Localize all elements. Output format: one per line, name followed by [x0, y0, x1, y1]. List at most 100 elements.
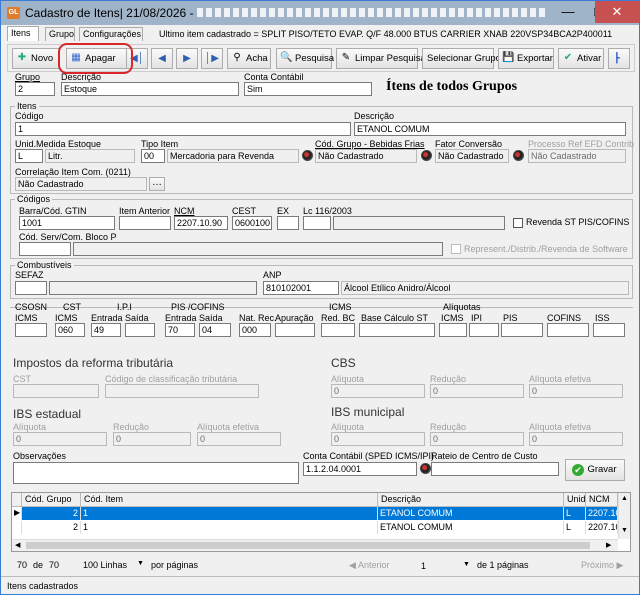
- pis-saida-field[interactable]: 04: [199, 323, 231, 337]
- scroll-up-icon[interactable]: ▲: [621, 495, 628, 502]
- acha-button[interactable]: ⚲ Acha: [227, 48, 271, 69]
- cell-cod-item[interactable]: 1: [81, 521, 378, 534]
- red-bc-field[interactable]: [321, 323, 355, 337]
- pesquisa-button[interactable]: 🔍 Pesquisa: [276, 48, 334, 69]
- grid-header-ncm[interactable]: NCM: [586, 493, 618, 507]
- linhas-dropdown-icon[interactable]: ▼: [137, 560, 144, 567]
- grid-header-descricao[interactable]: Descrição: [378, 493, 564, 507]
- nat-rec-field[interactable]: 000: [239, 323, 271, 337]
- observacoes-field[interactable]: [13, 462, 299, 484]
- tab-itens[interactable]: Itens: [7, 26, 39, 41]
- cell-cod-grupo[interactable]: 2: [22, 507, 81, 520]
- al-iss-field[interactable]: [593, 323, 625, 337]
- tipo-field[interactable]: 00: [141, 149, 165, 163]
- ipi-saida-field[interactable]: [125, 323, 155, 337]
- servico-label: Cód. Serv/Com. Bloco P: [19, 232, 117, 242]
- correlacao-browse-button[interactable]: …: [149, 177, 165, 191]
- scroll-left-icon[interactable]: ◀: [15, 541, 20, 549]
- apuracao-label: Apuração: [275, 313, 314, 323]
- next-record-button[interactable]: ▶: [176, 48, 198, 69]
- scroll-down-icon[interactable]: ▼: [621, 527, 628, 534]
- al-icms-field[interactable]: [439, 323, 467, 337]
- ibs-mun-aliquota-field: 0: [331, 432, 425, 446]
- selecionar-grupo-button[interactable]: Selecionar Grupo: [422, 48, 501, 69]
- cell-cod-grupo[interactable]: 2: [22, 521, 81, 534]
- unid-field[interactable]: L: [15, 149, 43, 163]
- gtin-field[interactable]: 1001: [19, 216, 115, 230]
- grupo-field[interactable]: 2: [15, 82, 55, 96]
- close-icon[interactable]: ✕: [595, 1, 639, 23]
- lc-desc-field: [333, 216, 505, 230]
- page-dropdown-icon[interactable]: ▼: [463, 561, 470, 568]
- itens-group-title: Itens: [15, 101, 39, 111]
- grupo-descricao-field[interactable]: Estoque: [61, 82, 239, 96]
- cell-ncm[interactable]: 2207.10.9: [586, 507, 618, 520]
- proximo-button[interactable]: Próximo ▶: [581, 560, 623, 571]
- servico-desc-field: [73, 242, 443, 256]
- csosn-icms-field[interactable]: [15, 323, 47, 337]
- conta-sped-lookup-icon[interactable]: [420, 463, 431, 474]
- prev-record-button[interactable]: ◀: [151, 48, 173, 69]
- bebidas-lookup-icon[interactable]: [302, 150, 313, 161]
- cell-unid[interactable]: L: [564, 507, 586, 520]
- cell-descricao[interactable]: ETANOL COMUM: [378, 507, 564, 520]
- limpar-pesquisa-button[interactable]: ✎ Limpar Pesquisa: [336, 48, 426, 69]
- csosn-label: CSOSN: [15, 302, 48, 312]
- gravar-button[interactable]: ✔ Gravar: [565, 459, 625, 481]
- grid-header-unid[interactable]: Unid.: [564, 493, 586, 507]
- column-config-button[interactable]: ┣: [608, 48, 630, 69]
- minimize-icon[interactable]: —: [553, 1, 583, 23]
- cest-field[interactable]: 0600100: [232, 216, 272, 230]
- cell-ncm[interactable]: 2207.10.9: [586, 521, 618, 534]
- lc-field[interactable]: [303, 216, 331, 230]
- ativar-button[interactable]: ✔ Ativar: [558, 48, 604, 69]
- table-row[interactable]: ▶ 2 1 ETANOL COMUM L 2207.10.9: [12, 507, 618, 520]
- exportar-button[interactable]: 💾 Exportar: [498, 48, 554, 69]
- table-row[interactable]: 2 1 ETANOL COMUM L 2207.10.9: [12, 521, 618, 534]
- revenda-checkbox[interactable]: [513, 218, 523, 228]
- ncm-field[interactable]: 2207.10.90: [174, 216, 228, 230]
- base-calc-field[interactable]: [359, 323, 435, 337]
- codigo-field[interactable]: 1: [15, 122, 351, 136]
- anterior-button[interactable]: ◀ Anterior: [349, 560, 389, 571]
- last-item-text: Ultimo item cadastrado = SPLIT PISO/TETO…: [159, 29, 613, 39]
- tab-configuracoes[interactable]: Configurações: [79, 27, 143, 41]
- item-anterior-field[interactable]: [119, 216, 171, 230]
- sefaz-field[interactable]: [15, 281, 47, 295]
- ibs-mun-reducao-label: Redução: [430, 422, 467, 432]
- grid-header-cod-item[interactable]: Cód. Item: [81, 493, 378, 507]
- grid-vscrollbar[interactable]: ▲ ▼: [618, 493, 630, 539]
- descricao-field[interactable]: ETANOL COMUM: [354, 122, 626, 136]
- page-number-select[interactable]: 1: [421, 561, 426, 571]
- ipi-entrada-field[interactable]: 49: [91, 323, 121, 337]
- scroll-right-icon[interactable]: ▶: [606, 541, 611, 549]
- tab-grupo[interactable]: Grupo: [45, 27, 75, 41]
- efd-lookup-icon[interactable]: [513, 150, 524, 161]
- fator-lookup-icon[interactable]: [421, 150, 432, 161]
- represent-checkbox[interactable]: [451, 244, 461, 254]
- al-cofins-field[interactable]: [547, 323, 589, 337]
- redacted-title-text: [197, 8, 547, 17]
- al-ipi-field[interactable]: [469, 323, 499, 337]
- novo-button[interactable]: ✚ Novo: [12, 48, 60, 69]
- linhas-select[interactable]: 100 Linhas: [83, 560, 127, 570]
- apuracao-field[interactable]: [275, 323, 315, 337]
- conta-sped-field[interactable]: 1.1.2.04.0001: [303, 462, 417, 476]
- anp-field[interactable]: 810102001: [263, 281, 339, 295]
- grupo-conta-field[interactable]: Sim: [244, 82, 372, 96]
- cst-icms-field[interactable]: 060: [55, 323, 85, 337]
- ex-field[interactable]: [277, 216, 299, 230]
- last-record-button[interactable]: │▶: [201, 48, 223, 69]
- cell-unid[interactable]: L: [564, 521, 586, 534]
- pis-entrada-field[interactable]: 70: [165, 323, 195, 337]
- grid-header-cod-grupo[interactable]: Cód. Grupo: [22, 493, 81, 507]
- cell-descricao[interactable]: ETANOL COMUM: [378, 521, 564, 534]
- fator-field: Não Cadastrado: [435, 149, 509, 163]
- al-pis-field[interactable]: [501, 323, 543, 337]
- scroll-thumb[interactable]: [26, 542, 590, 549]
- grid-hscrollbar[interactable]: ◀ ▶: [12, 539, 618, 551]
- cell-cod-item[interactable]: 1: [81, 507, 378, 520]
- rateio-field[interactable]: [431, 462, 559, 476]
- servico-field[interactable]: [19, 242, 71, 256]
- new-icon: ✚: [17, 52, 27, 63]
